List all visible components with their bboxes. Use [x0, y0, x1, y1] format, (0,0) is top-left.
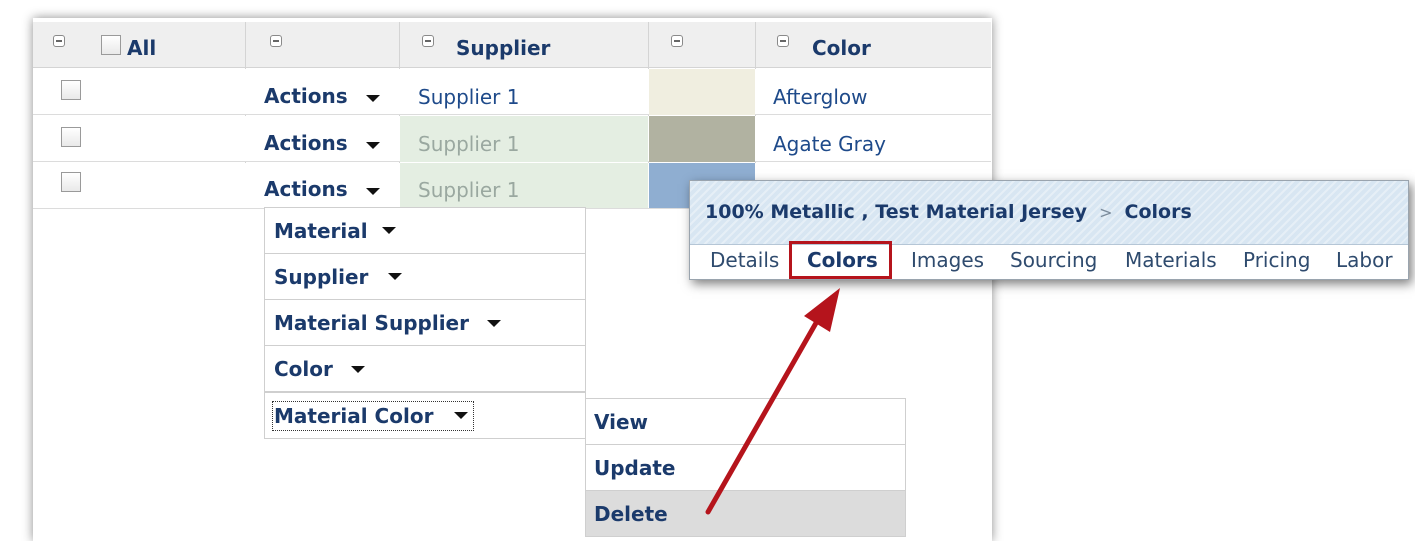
annotation-arrow-icon	[705, 288, 840, 515]
